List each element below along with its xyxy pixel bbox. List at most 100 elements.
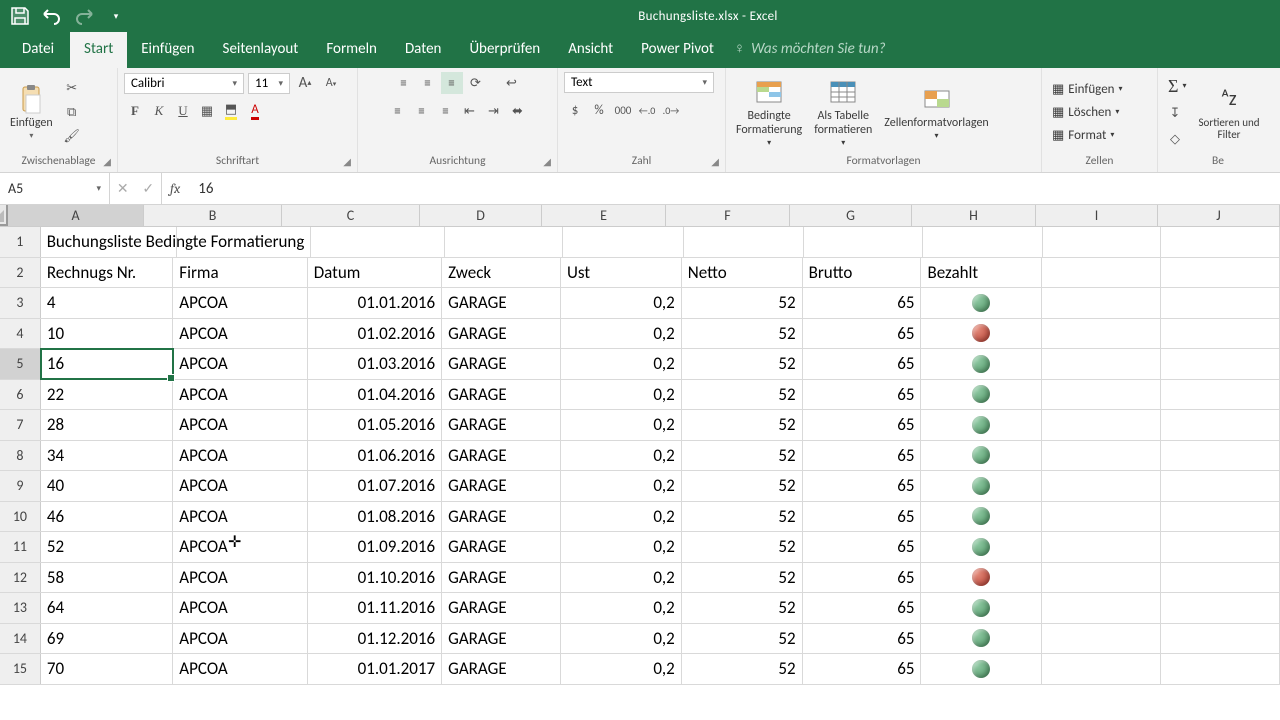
cell-header[interactable]: Datum [308, 258, 442, 288]
cell[interactable]: 52 [682, 288, 803, 318]
cell[interactable]: 4 [41, 288, 173, 318]
cell[interactable]: 01.05.2016 [308, 410, 442, 440]
cell[interactable]: 52 [682, 532, 803, 562]
percent-format-icon[interactable]: % [588, 99, 610, 121]
cell-title[interactable]: Buchungsliste Bedingte Formatierung [41, 227, 177, 257]
cell-status[interactable] [921, 441, 1042, 471]
formula-bar[interactable]: fx16 [162, 173, 1280, 204]
cell[interactable] [1161, 563, 1280, 593]
cell[interactable]: 52 [682, 502, 803, 532]
cell[interactable] [1042, 593, 1161, 623]
cell[interactable]: APCOA [173, 288, 307, 318]
tab-formeln[interactable]: Formeln [312, 32, 391, 68]
cell[interactable]: APCOA [173, 349, 307, 379]
cell[interactable] [1042, 563, 1161, 593]
cell[interactable] [1042, 502, 1161, 532]
col-header-G[interactable]: G [790, 205, 912, 226]
row-header[interactable]: 4 [0, 319, 41, 349]
cell[interactable]: 52 [682, 319, 803, 349]
cell[interactable] [684, 227, 804, 257]
cell[interactable]: 65 [803, 319, 922, 349]
cell[interactable]: 65 [803, 563, 922, 593]
cell[interactable]: 01.08.2016 [308, 502, 442, 532]
col-header-C[interactable]: C [282, 205, 420, 226]
cell[interactable]: APCOA [173, 532, 307, 562]
cell[interactable]: 0,2 [561, 349, 682, 379]
cell-status[interactable] [921, 532, 1042, 562]
cell[interactable]: 0,2 [561, 532, 682, 562]
align-middle-icon[interactable]: ≡ [417, 72, 439, 94]
cell[interactable] [804, 227, 923, 257]
cell[interactable]: 58 [41, 563, 173, 593]
italic-button[interactable]: K [148, 100, 170, 122]
align-left-icon[interactable]: ≡ [387, 100, 409, 122]
cell[interactable]: 0,2 [561, 441, 682, 471]
cell[interactable]: 10 [41, 319, 173, 349]
paste-button[interactable]: Einfügen ▾ [6, 81, 57, 143]
cell[interactable] [1042, 532, 1161, 562]
conditional-formatting-button[interactable]: Bedingte Formatierung▾ [732, 74, 806, 149]
row-header[interactable]: 10 [0, 502, 41, 532]
tab-start[interactable]: Start [70, 32, 127, 68]
cell[interactable]: GARAGE [442, 380, 561, 410]
cell[interactable] [311, 227, 445, 257]
row-header[interactable]: 5 [0, 349, 41, 379]
row-header[interactable]: 3 [0, 288, 41, 318]
col-header-H[interactable]: H [912, 205, 1036, 226]
cell-styles-button[interactable]: Zellenformatvorlagen▾ [880, 81, 992, 143]
cell[interactable]: 0,2 [561, 654, 682, 684]
dialog-launcher-icon[interactable]: ◢ [543, 155, 551, 168]
save-icon[interactable] [8, 4, 32, 28]
cell[interactable] [1042, 288, 1161, 318]
cell-status[interactable] [921, 624, 1042, 654]
cell-status[interactable] [921, 410, 1042, 440]
cell-header[interactable]: Rechnugs Nr. [41, 258, 173, 288]
align-top-icon[interactable]: ≡ [393, 72, 415, 94]
cell[interactable]: 0,2 [561, 502, 682, 532]
tab-ansicht[interactable]: Ansicht [554, 32, 627, 68]
cell[interactable]: 22 [41, 380, 173, 410]
row-header[interactable]: 12 [0, 563, 41, 593]
cell[interactable]: 01.10.2016 [308, 563, 442, 593]
cell[interactable]: 0,2 [561, 288, 682, 318]
cell[interactable]: 01.04.2016 [308, 380, 442, 410]
cell[interactable]: 64 [41, 593, 173, 623]
row-header[interactable]: 2 [0, 258, 41, 288]
row-header[interactable]: 11 [0, 532, 41, 562]
cell[interactable]: GARAGE [442, 319, 561, 349]
cell[interactable]: 01.12.2016 [308, 624, 442, 654]
align-right-icon[interactable]: ≡ [435, 100, 457, 122]
cell[interactable] [1042, 471, 1161, 501]
cell[interactable]: 0,2 [561, 593, 682, 623]
cell-header[interactable]: Brutto [803, 258, 922, 288]
cell-header[interactable]: Bezahlt [921, 258, 1042, 288]
cell[interactable]: APCOA [173, 563, 307, 593]
fill-icon[interactable]: ↧ [1164, 103, 1186, 125]
cell[interactable]: 52 [682, 471, 803, 501]
cell[interactable]: 65 [803, 593, 922, 623]
shrink-font-icon[interactable]: A▾ [320, 72, 342, 94]
font-name-combo[interactable]: Calibri▾ [124, 73, 244, 94]
cell[interactable]: 34 [41, 441, 173, 471]
cell-status[interactable] [921, 654, 1042, 684]
cell-header[interactable]: Netto [682, 258, 803, 288]
bold-button[interactable]: F [124, 100, 146, 122]
cell[interactable]: APCOA [173, 471, 307, 501]
cancel-icon[interactable]: ✕ [117, 180, 129, 197]
cell[interactable]: 16 [41, 349, 173, 379]
cell[interactable] [1042, 319, 1161, 349]
dialog-launcher-icon[interactable]: ◢ [711, 155, 719, 168]
cell[interactable]: GARAGE [442, 288, 561, 318]
format-as-table-button[interactable]: Als Tabelle formatieren▾ [810, 74, 876, 149]
row-header[interactable]: 15 [0, 654, 41, 684]
cell[interactable]: 65 [803, 349, 922, 379]
borders-icon[interactable]: ▦ [196, 100, 218, 122]
cell-status[interactable] [921, 593, 1042, 623]
cell[interactable] [1161, 654, 1280, 684]
cell[interactable] [1042, 410, 1161, 440]
sort-filter-button[interactable]: ᴬz Sortieren und Filter [1195, 81, 1264, 143]
tab-überprüfen[interactable]: Überprüfen [455, 32, 554, 68]
row-header[interactable]: 13 [0, 593, 41, 623]
cell-header[interactable]: Zweck [442, 258, 561, 288]
copy-icon[interactable]: ⧉ [61, 101, 83, 123]
